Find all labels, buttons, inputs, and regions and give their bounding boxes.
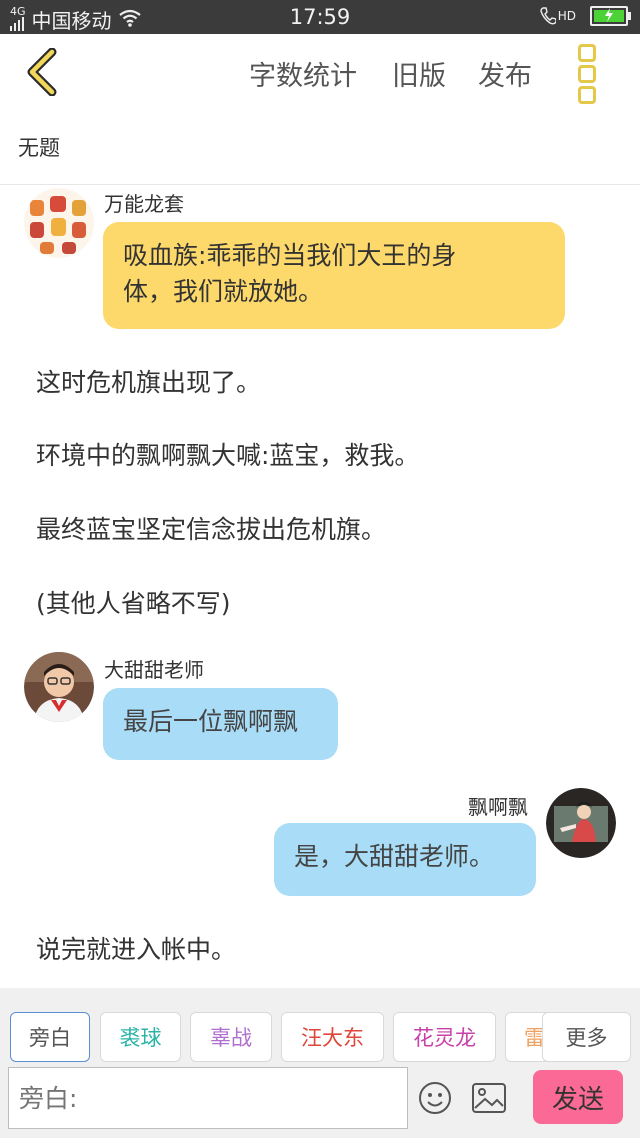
narration-text: 这时危机旗出现了。 — [36, 368, 262, 397]
message-input[interactable] — [9, 1068, 407, 1128]
role-chip-label: 辜战 — [210, 1026, 252, 1050]
message-bubble[interactable]: 是，大甜甜老师。 — [274, 823, 536, 896]
top-nav: 字数统计 旧版 发布 — [0, 34, 640, 114]
menu-dot-icon — [578, 65, 596, 83]
more-roles-button[interactable]: 更多 — [542, 1012, 631, 1062]
more-menu-button[interactable] — [578, 44, 600, 104]
divider — [0, 184, 640, 185]
avatar[interactable] — [24, 652, 94, 722]
battery-icon — [590, 6, 631, 26]
username: 飘啊飘 — [468, 795, 528, 819]
message-bubble[interactable]: 吸血族:乖乖的当我们大王的身 体，我们就放她。 — [103, 222, 565, 329]
document-title[interactable]: 无题 — [18, 132, 60, 162]
old-version-link[interactable]: 旧版 — [392, 54, 446, 93]
avatar[interactable] — [24, 188, 94, 258]
role-chip-narrator[interactable]: 旁白 — [10, 1012, 90, 1062]
narration-text: 环境中的飘啊飘大喊:蓝宝，救我。 — [36, 441, 420, 470]
message-bubble[interactable]: 最后一位飘啊飘 — [103, 688, 338, 760]
role-chip[interactable]: 汪大东 — [281, 1012, 384, 1062]
chevron-left-icon — [27, 47, 57, 97]
role-chip-label: 旁白 — [29, 1026, 71, 1050]
message-input-box[interactable] — [8, 1067, 408, 1129]
back-button[interactable] — [22, 47, 66, 97]
username: 大甜甜老师 — [104, 658, 204, 682]
role-chip-label: 裘球 — [119, 1026, 162, 1050]
role-chip-label: 汪大东 — [301, 1026, 364, 1050]
role-chip[interactable]: 裘球 — [100, 1012, 181, 1062]
username: 万能龙套 — [104, 192, 184, 216]
narration-text: (其他人省略不写) — [36, 589, 231, 618]
role-chip[interactable]: 花灵龙 — [393, 1012, 496, 1062]
narration-text: 说完就进入帐中。 — [36, 935, 237, 964]
emoji-icon[interactable] — [418, 1081, 452, 1119]
avatar[interactable] — [546, 788, 616, 858]
menu-dot-icon — [578, 86, 596, 104]
status-bar: 4G 中国移动 17:59 HD — [0, 0, 640, 34]
narration-text: 最终蓝宝坚定信念拔出危机旗。 — [36, 515, 387, 544]
image-icon[interactable] — [472, 1083, 506, 1117]
send-button[interactable]: 发送 — [533, 1070, 623, 1124]
word-count-link[interactable]: 字数统计 — [249, 54, 357, 93]
menu-dot-icon — [578, 44, 596, 62]
role-chip-label: 花灵龙 — [413, 1026, 476, 1050]
role-chip[interactable]: 辜战 — [190, 1012, 272, 1062]
publish-link[interactable]: 发布 — [478, 54, 532, 93]
hd-call-icon: HD — [540, 7, 576, 25]
